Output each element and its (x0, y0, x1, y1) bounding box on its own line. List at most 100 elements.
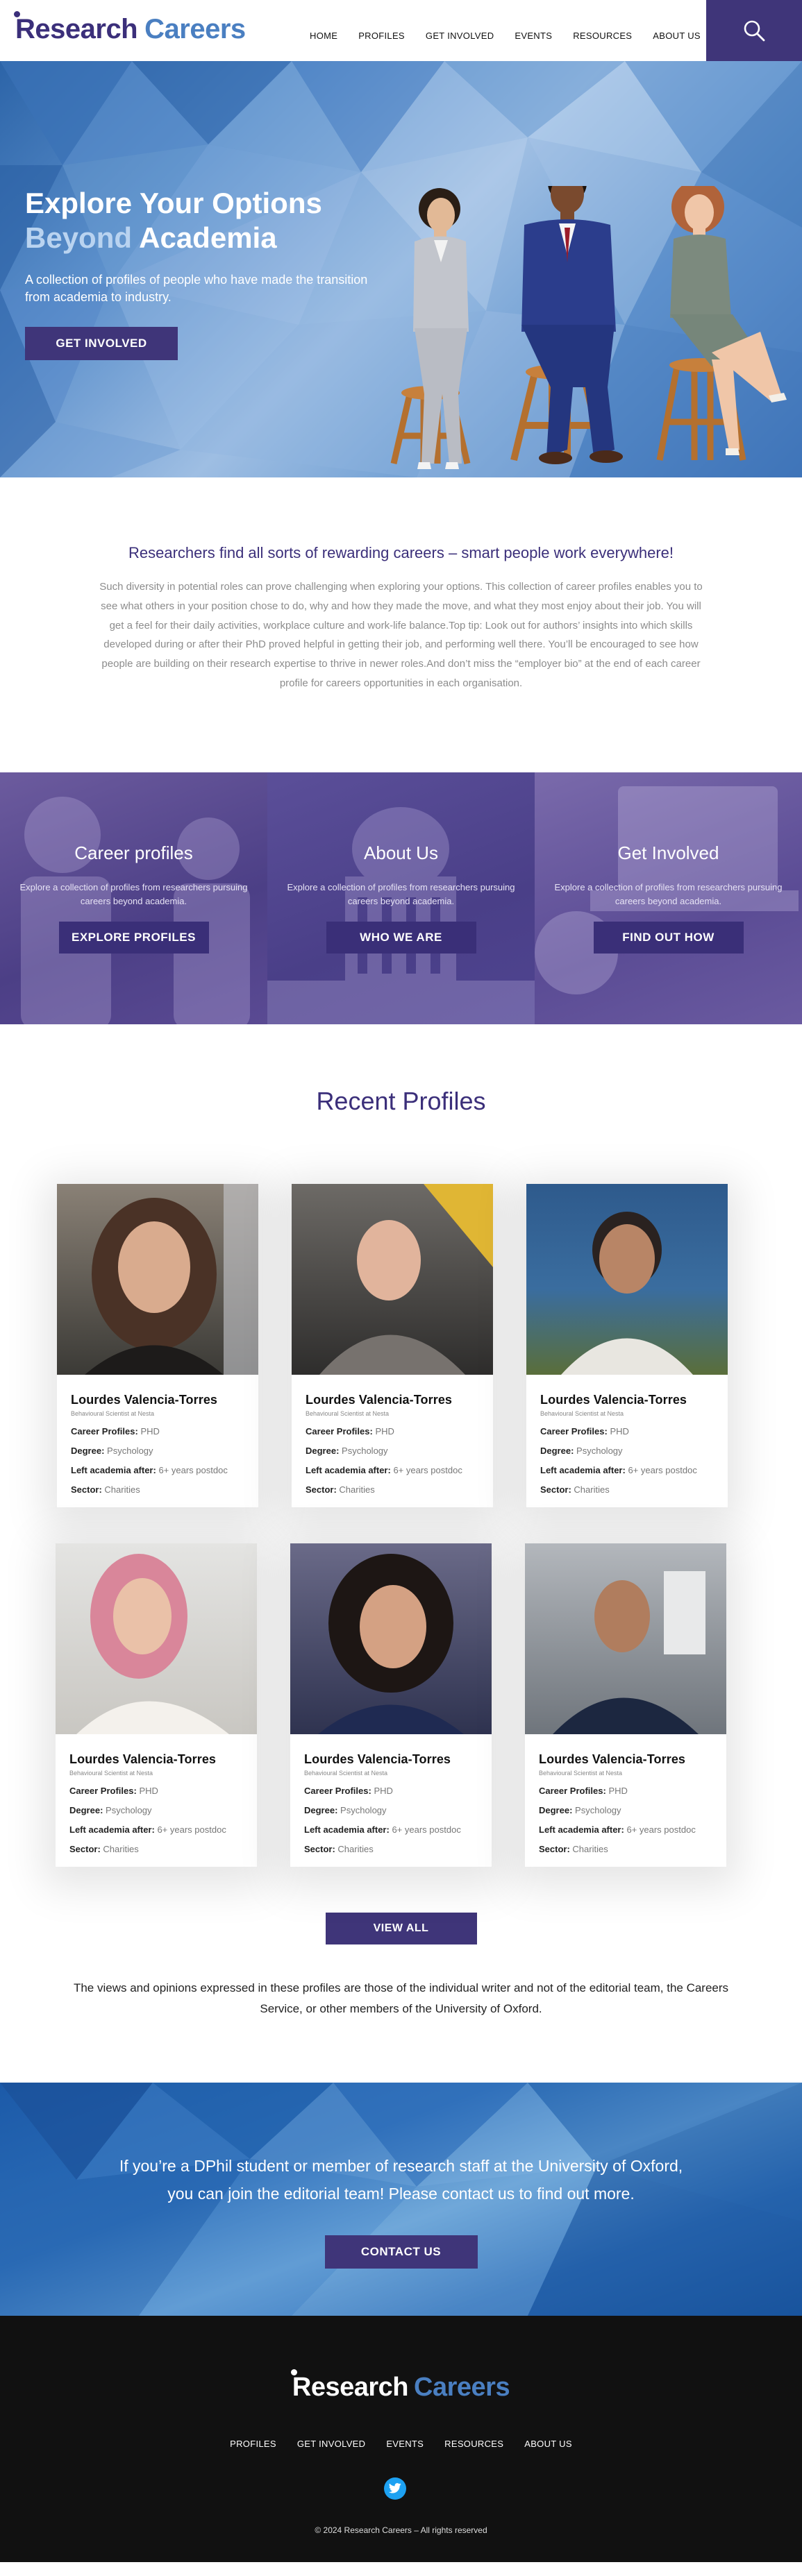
degree-label: Degree: (304, 1804, 338, 1815)
contact-us-button[interactable]: CONTACT US (324, 2235, 478, 2269)
profile-photo (525, 1543, 726, 1734)
degree-value: Psychology (576, 1445, 623, 1456)
profile-degree-row: Degree: Psychology (69, 1805, 243, 1815)
profile-career-row: Career Profiles: PHD (71, 1426, 244, 1437)
footer-logo[interactable]: Research Careers (0, 2369, 802, 2403)
footer-nav-events[interactable]: EVENTS (386, 2439, 424, 2449)
tile-get-involved: Get Involved Explore a collection of pro… (535, 772, 802, 1024)
nav-get-involved[interactable]: GET INVOLVED (426, 31, 494, 41)
profile-photo (292, 1183, 493, 1375)
footer-logo-dot (290, 2369, 297, 2375)
left-label: Left academia after: (304, 1824, 390, 1835)
intro-heading: Researchers find all sorts of rewarding … (128, 544, 674, 561)
hero-title: Explore Your Options Beyond Academia (25, 186, 372, 256)
profile-career-row: Career Profiles: PHD (306, 1426, 479, 1437)
intro-body: Such diversity in potential roles can pr… (99, 581, 703, 689)
degree-value: Psychology (106, 1804, 152, 1815)
profile-degree-row: Degree: Psychology (306, 1446, 479, 1456)
nav-resources[interactable]: RESOURCES (573, 31, 632, 41)
left-value: 6+ years postdoc (157, 1824, 226, 1835)
view-all-button[interactable]: VIEW ALL (325, 1912, 477, 1944)
footer-logo-text-primary: Research (292, 2372, 409, 2402)
find-out-how-button[interactable]: FIND OUT HOW (593, 922, 744, 954)
profile-sector-row: Sector: Charities (306, 1484, 479, 1495)
tile-title: Career profiles (74, 842, 193, 863)
nav-about-us[interactable]: ABOUT US (653, 31, 701, 41)
profile-left-row: Left academia after: 6+ years postdoc (71, 1465, 244, 1475)
nav-home[interactable]: HOME (310, 31, 337, 41)
footer-logo-word-research: Research (290, 2369, 409, 2403)
who-we-are-button[interactable]: WHO WE ARE (326, 922, 476, 954)
search-icon (744, 20, 765, 42)
profile-name: Lourdes Valencia-Torres (539, 1752, 686, 1766)
degree-value: Psychology (342, 1445, 388, 1456)
tile-text: Explore a collection of profiles from re… (19, 882, 248, 906)
left-label: Left academia after: (69, 1824, 155, 1835)
profile-card[interactable]: Lourdes Valencia-Torres Behavioural Scie… (290, 1543, 492, 1867)
profile-name: Lourdes Valencia-Torres (69, 1752, 217, 1766)
join-team-banner: If you’re a DPhil student or member of r… (0, 2082, 802, 2316)
twitter-button[interactable] (384, 2477, 406, 2500)
profile-role: Behavioural Scientist at Nesta (71, 1409, 155, 1417)
nav-profiles[interactable]: PROFILES (358, 31, 405, 41)
left-value: 6+ years postdoc (626, 1824, 696, 1835)
profile-card[interactable]: Lourdes Valencia-Torres Behavioural Scie… (526, 1183, 728, 1507)
logo-text-secondary: Careers (144, 14, 246, 44)
footer-nav-get-involved[interactable]: GET INVOLVED (297, 2439, 365, 2449)
sector-value: Charities (104, 1484, 140, 1495)
site-logo[interactable]: Research Careers (14, 11, 246, 44)
copyright-text: © 2024 Research Careers – All rights res… (315, 2525, 487, 2535)
tile-career-profiles: Career profiles Explore a collection of … (0, 772, 267, 1024)
get-involved-button[interactable]: GET INVOLVED (25, 327, 178, 361)
sector-value: Charities (339, 1484, 375, 1495)
profile-card[interactable]: Lourdes Valencia-Torres Behavioural Scie… (292, 1183, 493, 1507)
degree-label: Degree: (306, 1445, 340, 1456)
profile-left-row: Left academia after: 6+ years postdoc (304, 1824, 478, 1835)
profile-info: Lourdes Valencia-Torres Behavioural Scie… (526, 1375, 728, 1507)
explore-profiles-button[interactable]: EXPLORE PROFILES (58, 922, 209, 954)
logo-dot (14, 11, 20, 17)
recent-profiles-heading: Recent Profiles (316, 1086, 486, 1115)
sector-label: Sector: (306, 1484, 337, 1495)
cta-text-line2: you can join the editorial team! Please … (167, 2184, 635, 2203)
profile-degree-row: Degree: Psychology (540, 1446, 714, 1456)
site-footer: Research Careers PROFILES GET INVOLVED E… (0, 2315, 802, 2562)
footer-nav-resources[interactable]: RESOURCES (444, 2439, 503, 2449)
sector-label: Sector: (304, 1843, 335, 1854)
profile-degree-row: Degree: Psychology (71, 1446, 244, 1456)
profile-name: Lourdes Valencia-Torres (306, 1392, 453, 1407)
degree-value: Psychology (107, 1445, 153, 1456)
tile-title: About Us (364, 842, 438, 863)
degree-label: Degree: (539, 1804, 573, 1815)
career-label: Career Profiles: (539, 1785, 606, 1796)
logo-text-primary: Research (15, 14, 138, 44)
footer-nav-profiles[interactable]: PROFILES (230, 2439, 276, 2449)
profile-card[interactable]: Lourdes Valencia-Torres Behavioural Scie… (525, 1543, 726, 1867)
nav-events[interactable]: EVENTS (515, 31, 552, 41)
profile-card[interactable]: Lourdes Valencia-Torres Behavioural Scie… (57, 1183, 258, 1507)
career-label: Career Profiles: (306, 1425, 373, 1437)
view-all-wrap: VIEW ALL (0, 1912, 802, 1944)
tile-about-us: About Us Explore a collection of profile… (267, 772, 535, 1024)
career-value: PHD (610, 1425, 629, 1437)
hero-banner: Explore Your Options Beyond Academia A c… (0, 61, 802, 477)
sector-label: Sector: (71, 1484, 102, 1495)
profile-role: Behavioural Scientist at Nesta (540, 1409, 624, 1417)
cta-text-line1: If you’re a DPhil student or member of r… (119, 2156, 683, 2175)
career-label: Career Profiles: (71, 1425, 138, 1437)
profile-career-row: Career Profiles: PHD (539, 1786, 712, 1796)
profile-role: Behavioural Scientist at Nesta (304, 1769, 388, 1777)
profile-photo (290, 1543, 492, 1734)
footer-nav-about-us[interactable]: ABOUT US (524, 2439, 572, 2449)
profile-card[interactable]: Lourdes Valencia-Torres Behavioural Scie… (56, 1543, 257, 1867)
profile-career-row: Career Profiles: PHD (304, 1786, 478, 1796)
career-label: Career Profiles: (540, 1425, 608, 1437)
sector-value: Charities (103, 1843, 139, 1854)
profile-info: Lourdes Valencia-Torres Behavioural Scie… (57, 1375, 258, 1507)
recent-profiles-section: Recent Profiles Lourdes Valencia-Torres … (0, 1024, 802, 2020)
degree-label: Degree: (540, 1445, 574, 1456)
sector-label: Sector: (540, 1484, 571, 1495)
profile-grid: Lourdes Valencia-Torres Behavioural Scie… (0, 1183, 802, 1913)
search-button[interactable] (706, 0, 802, 61)
hero-title-rest: Academia (132, 221, 277, 255)
